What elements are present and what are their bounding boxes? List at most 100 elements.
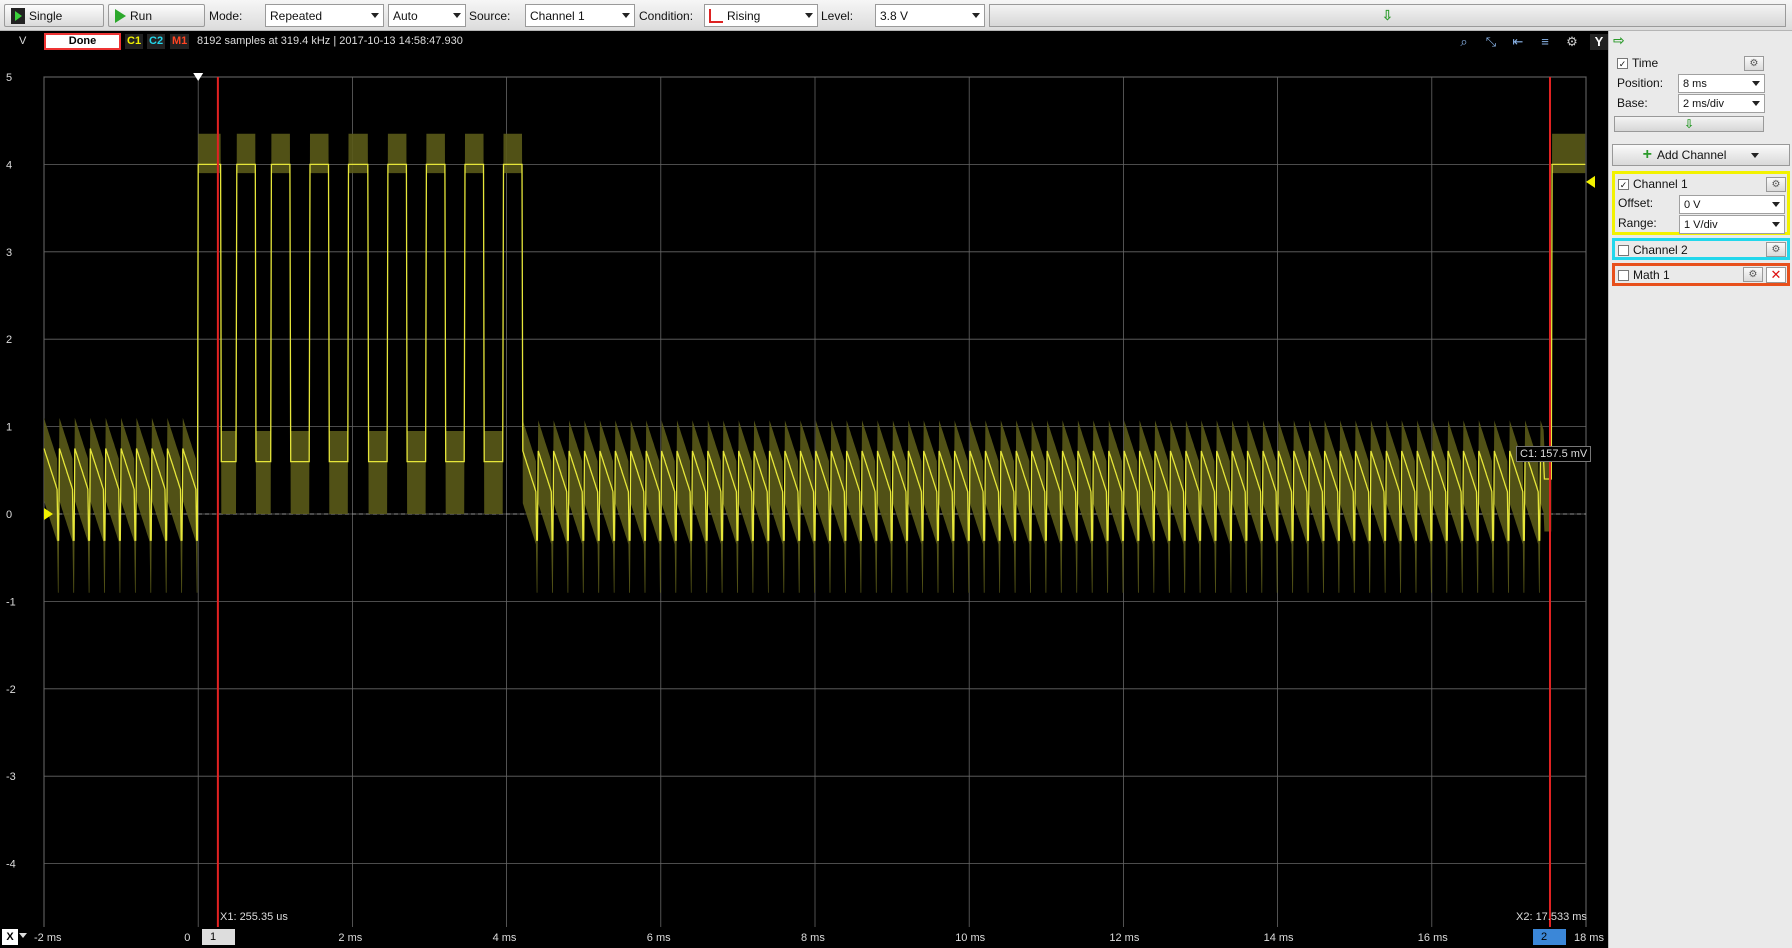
status-badge[interactable]: Done [44, 33, 121, 50]
single-icon [11, 7, 25, 24]
x-axis: X -2 ms 0 2 ms 4 ms 6 ms 8 ms 10 ms 12 ms 14 ms 1… [0, 927, 1608, 948]
level-label: Level: [821, 8, 854, 23]
chevron-down-icon [1752, 101, 1760, 106]
control-panel: ⇨ ✓ Time ⚙ Position: 8 ms Base: 2 ms/div … [1608, 31, 1792, 948]
run-button[interactable]: Run [108, 4, 205, 27]
channel1-checkbox[interactable]: ✓ [1618, 179, 1629, 191]
channel2-section: Channel 2 ⚙ [1612, 238, 1790, 260]
add-channel-button[interactable]: + Add Channel [1612, 144, 1790, 166]
y-tick-label: 2 [6, 334, 12, 346]
condition-label: Condition: [639, 8, 694, 23]
level-value: 3.8 V [880, 8, 909, 23]
condition-select[interactable]: Rising [704, 4, 818, 27]
channel1-row: ✓ Channel 1 [1618, 177, 1688, 191]
rising-edge-icon [709, 8, 723, 23]
vertical-zoom-icon[interactable]: ≡ [1536, 34, 1554, 50]
base-label: Base: [1617, 96, 1648, 110]
play-icon [115, 8, 126, 23]
mode-label: Mode: [209, 8, 243, 23]
channel1-label: Channel 1 [1633, 177, 1688, 191]
auto-select[interactable]: Auto [388, 4, 466, 27]
chevron-down-icon [622, 13, 630, 18]
x-tick-label: 0 [184, 932, 191, 944]
base-select[interactable]: 2 ms/div [1678, 94, 1765, 113]
channel2-checkbox[interactable] [1618, 245, 1629, 257]
level-select[interactable]: 3.8 V [875, 4, 985, 27]
time-settings-icon[interactable]: ⚙ [1744, 56, 1764, 71]
math1-checkbox[interactable] [1618, 270, 1629, 282]
x-tick-label: 4 ms [492, 932, 517, 944]
base-value: 2 ms/div [1683, 97, 1724, 110]
range-select[interactable]: 1 V/div [1679, 215, 1785, 234]
math1-delete-icon[interactable]: ✕ [1766, 267, 1786, 283]
chevron-down-icon [805, 13, 813, 18]
x-tick-label: 12 ms [1109, 932, 1140, 944]
collapse-panel-icon[interactable]: ⇨ [1613, 32, 1625, 49]
channel2-settings-icon[interactable]: ⚙ [1766, 242, 1786, 257]
math1-settings-icon[interactable]: ⚙ [1743, 267, 1763, 282]
waveform-plot[interactable]: 543210-1-2-3-4-5 [0, 52, 1608, 927]
y-tick-label: 1 [6, 422, 12, 434]
zoom-icon[interactable]: ⌕ [1455, 34, 1473, 50]
y-tick-label: 5 [6, 72, 12, 84]
cursor-x1-label: X1: 255.35 us [220, 911, 288, 923]
y-unit-label: V [19, 35, 27, 47]
chevron-down-icon[interactable] [19, 933, 27, 938]
channel1-settings-icon[interactable]: ⚙ [1766, 177, 1786, 192]
time-label: Time [1632, 56, 1659, 70]
trigger-position-slider[interactable]: ⇩ [989, 4, 1786, 27]
tag-c2[interactable]: C2 [147, 34, 166, 49]
tag-c1[interactable]: C1 [125, 34, 144, 49]
time-position-slider[interactable]: ⇩ [1614, 116, 1764, 132]
single-button[interactable]: Single [4, 4, 104, 27]
offset-value: 0 V [1684, 198, 1701, 211]
horizontal-zoom-icon[interactable]: ⇤ [1509, 34, 1527, 50]
cursor-x2-label: X2: 17.533 ms [1516, 911, 1587, 923]
offset-label: Offset: [1618, 196, 1654, 210]
mode-select[interactable]: Repeated [265, 4, 384, 27]
source-select[interactable]: Channel 1 [525, 4, 635, 27]
chevron-down-icon[interactable] [1751, 152, 1760, 158]
chevron-down-icon [1752, 81, 1760, 86]
time-checkbox[interactable]: ✓ [1617, 58, 1628, 70]
range-value: 1 V/div [1684, 218, 1718, 231]
scope-view: V Done C1 C2 M1 8192 samples at 319.4 kH… [0, 31, 1608, 948]
condition-value: Rising [727, 8, 761, 23]
y-tick-label: -3 [6, 771, 16, 783]
math1-row: Math 1 [1618, 268, 1670, 282]
toolbar: Single Run Mode: Repeated Auto Source: C… [0, 0, 1792, 31]
trigger-level-marker[interactable] [1586, 175, 1595, 188]
y-axis-title[interactable]: Y [1590, 34, 1608, 50]
offset-select[interactable]: 0 V [1679, 195, 1785, 214]
scope-header: V Done C1 C2 M1 8192 samples at 319.4 kH… [0, 31, 1608, 52]
y-tick-label: 4 [6, 159, 12, 171]
x-tick-label: 6 ms [646, 932, 671, 944]
y-tick-label: 3 [6, 247, 12, 259]
x-tick-label: 2 ms [338, 932, 363, 944]
cursor-x1-select[interactable]: 1 [202, 929, 235, 945]
y-tick-label: 0 [6, 509, 12, 521]
measurement-readout: C1: 157.5 mV [1516, 446, 1592, 462]
tag-m1[interactable]: M1 [170, 34, 190, 49]
x-tick-label: -2 ms [34, 932, 62, 944]
add-channel-label: Add Channel [1656, 148, 1727, 162]
position-label: Position: [1617, 76, 1664, 90]
math1-label: Math 1 [1633, 268, 1670, 282]
mode-value: Repeated [270, 8, 323, 23]
cursor-x1-index: 1 [210, 931, 217, 943]
settings-icon[interactable]: ⚙ [1563, 34, 1581, 50]
plus-icon: + [1642, 146, 1652, 163]
chevron-down-icon [1772, 202, 1780, 207]
x-tick-label: 16 ms [1417, 932, 1448, 944]
channel2-label: Channel 2 [1633, 243, 1688, 257]
cursor-x2-select[interactable]: 2 [1533, 929, 1566, 945]
position-value: 8 ms [1683, 77, 1707, 90]
run-label: Run [130, 8, 153, 23]
x-tick-label: 14 ms [1263, 932, 1294, 944]
time-row: ✓ Time [1617, 56, 1658, 70]
x-axis-title[interactable]: X [2, 929, 18, 945]
position-select[interactable]: 8 ms [1678, 74, 1765, 93]
zoom-region-icon[interactable]: ⤡ [1482, 34, 1500, 50]
chevron-down-icon [371, 13, 379, 18]
x-tick-label: 18 ms [1574, 932, 1604, 944]
